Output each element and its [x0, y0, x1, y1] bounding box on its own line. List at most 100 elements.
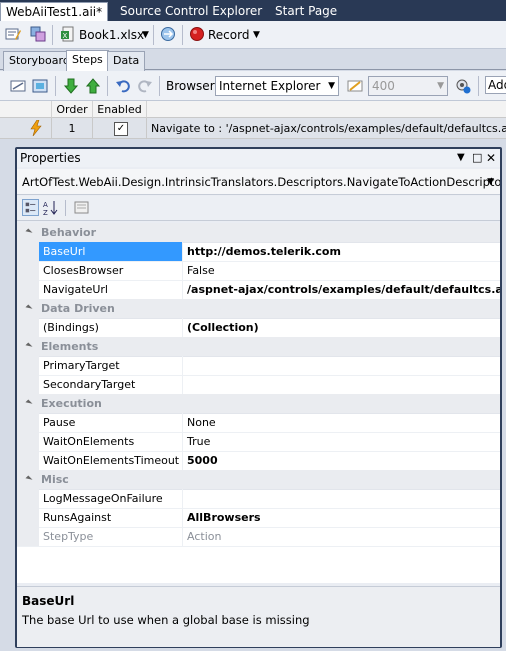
property-name[interactable]: NavigateUrl: [39, 280, 183, 299]
property-name[interactable]: ClosesBrowser: [39, 261, 183, 280]
property-value[interactable]: (Collection): [184, 318, 500, 337]
step-properties-icon[interactable]: [32, 78, 48, 94]
toolbar-separator: [159, 76, 160, 96]
chevron-down-icon: ▼: [487, 177, 494, 187]
row-gutter: [17, 261, 39, 280]
collapse-triangle-icon[interactable]: [25, 399, 33, 407]
property-value[interactable]: 5000: [184, 451, 500, 470]
tab-source-control-explorer[interactable]: Source Control Explorer: [115, 2, 267, 21]
edit-step-icon[interactable]: [5, 26, 21, 42]
tab-webaiitest1[interactable]: WebAiiTest1.aii*: [0, 2, 109, 22]
property-value[interactable]: None: [184, 413, 500, 432]
row-gutter: [17, 242, 39, 261]
property-value[interactable]: http://demos.telerik.com: [184, 242, 500, 261]
view-tab-bar: Storyboard Steps Data: [0, 49, 506, 71]
add-button[interactable]: Add: [485, 76, 506, 94]
property-value[interactable]: Action: [184, 527, 500, 546]
property-name[interactable]: WaitOnElementsTimeout: [39, 451, 183, 470]
category-label: Behavior: [41, 226, 97, 239]
category-elements[interactable]: Elements: [17, 337, 500, 357]
steps-grid: Order Enabled 1 ✓ Navigate to : '/aspnet…: [0, 101, 506, 139]
document-tab-bar: WebAiiTest1.aii* Source Control Explorer…: [0, 0, 506, 22]
property-row-secondarytarget[interactable]: SecondaryTarget: [17, 375, 500, 395]
collapse-triangle-icon[interactable]: [25, 475, 33, 483]
property-value[interactable]: AllBrowsers: [184, 508, 500, 527]
category-execution[interactable]: Execution: [17, 394, 500, 414]
property-value[interactable]: /aspnet-ajax/controls/examples/default/d…: [184, 280, 500, 299]
chevron-down-icon: ▼: [328, 81, 335, 91]
compare-icon[interactable]: [160, 26, 176, 42]
property-value[interactable]: [184, 356, 500, 375]
maximize-icon[interactable]: □: [472, 149, 482, 167]
property-value[interactable]: [184, 489, 500, 508]
property-name[interactable]: WaitOnElements: [39, 432, 183, 451]
collapse-triangle-icon[interactable]: [25, 228, 33, 236]
record-icon[interactable]: [189, 26, 205, 42]
properties-title: Properties: [20, 151, 81, 165]
property-row-baseurl[interactable]: BaseUrl http://demos.telerik.com: [17, 242, 500, 262]
property-name[interactable]: PrimaryTarget: [39, 356, 183, 375]
categorized-icon[interactable]: [22, 199, 39, 216]
property-name[interactable]: (Bindings): [39, 318, 183, 337]
datasource-dropdown-icon[interactable]: ▼: [142, 30, 149, 40]
row-gutter: [17, 527, 39, 546]
property-row-waitonelementstimeout[interactable]: WaitOnElementsTimeout 5000: [17, 451, 500, 471]
delete-step-icon[interactable]: [10, 78, 26, 94]
tab-start-page[interactable]: Start Page: [270, 2, 342, 21]
browser-label: Browser:: [166, 79, 219, 93]
property-row-steptype[interactable]: StepType Action: [17, 527, 500, 547]
delay-icon[interactable]: [347, 78, 363, 94]
browser-select[interactable]: Internet Explorer ▼: [215, 76, 339, 96]
close-icon[interactable]: ✕: [486, 149, 496, 167]
category-misc[interactable]: Misc: [17, 470, 500, 490]
collapse-triangle-icon[interactable]: [25, 304, 33, 312]
row-gutter: [17, 318, 39, 337]
row-gutter: [17, 508, 39, 527]
translate-icon[interactable]: [30, 26, 46, 42]
property-row-navigateurl[interactable]: NavigateUrl/aspnet-ajax/controls/example…: [17, 280, 500, 300]
step-icon-cell[interactable]: [0, 118, 52, 139]
property-value[interactable]: True: [184, 432, 500, 451]
step-description-cell[interactable]: Navigate to : '/aspnet-ajax/controls/exa…: [147, 118, 506, 139]
property-row-pause[interactable]: Pause None: [17, 413, 500, 433]
delay-input[interactable]: 400 ▼: [368, 76, 448, 96]
description-text: The base Url to use when a global base i…: [22, 613, 310, 627]
settings-icon[interactable]: [455, 78, 471, 94]
redo-icon[interactable]: [137, 78, 153, 94]
object-selector[interactable]: ArtOfTest.WebAii.Design.IntrinsicTransla…: [17, 169, 500, 195]
category-behavior[interactable]: Behavior: [17, 223, 500, 243]
property-name[interactable]: LogMessageOnFailure: [39, 489, 183, 508]
property-row-closesbrowser[interactable]: ClosesBrowser False: [17, 261, 500, 281]
tab-steps[interactable]: Steps: [66, 50, 109, 71]
move-up-icon[interactable]: [85, 78, 101, 94]
tab-data[interactable]: Data: [107, 51, 146, 71]
grid-header-order[interactable]: Order: [52, 101, 93, 118]
property-name[interactable]: BaseUrl: [39, 242, 183, 261]
main-toolbar: X Book1.xlsx ▼ Record ▼: [0, 21, 506, 49]
undo-icon[interactable]: [115, 78, 131, 94]
property-row-runsagainst[interactable]: RunsAgainst AllBrowsers: [17, 508, 500, 528]
record-button[interactable]: Record: [208, 28, 249, 42]
enabled-checkbox[interactable]: ✓: [114, 122, 128, 136]
property-name[interactable]: Pause: [39, 413, 183, 432]
property-value[interactable]: False: [184, 261, 500, 280]
grid-header-enabled[interactable]: Enabled: [93, 101, 147, 118]
property-name[interactable]: RunsAgainst: [39, 508, 183, 527]
property-row-bindings[interactable]: (Bindings) (Collection): [17, 318, 500, 338]
category-data-driven[interactable]: Data Driven: [17, 299, 500, 319]
property-value[interactable]: [184, 375, 500, 394]
property-row-logmessageonfailure[interactable]: LogMessageOnFailure: [17, 489, 500, 509]
collapse-triangle-icon[interactable]: [25, 342, 33, 350]
alphabetical-icon[interactable]: A Z: [42, 199, 59, 216]
datasource-label[interactable]: Book1.xlsx: [79, 28, 144, 42]
property-row-primarytarget[interactable]: PrimaryTarget: [17, 356, 500, 376]
property-pages-icon[interactable]: [73, 199, 90, 216]
svg-text:A: A: [43, 201, 48, 209]
pin-dropdown-icon[interactable]: ▼: [457, 149, 465, 167]
tab-storyboard[interactable]: Storyboard: [3, 51, 76, 71]
record-dropdown-icon[interactable]: ▼: [253, 30, 260, 40]
property-name[interactable]: StepType: [39, 527, 183, 546]
move-down-icon[interactable]: [63, 78, 79, 94]
property-name[interactable]: SecondaryTarget: [39, 375, 183, 394]
property-row-waitonelements[interactable]: WaitOnElements True: [17, 432, 500, 452]
